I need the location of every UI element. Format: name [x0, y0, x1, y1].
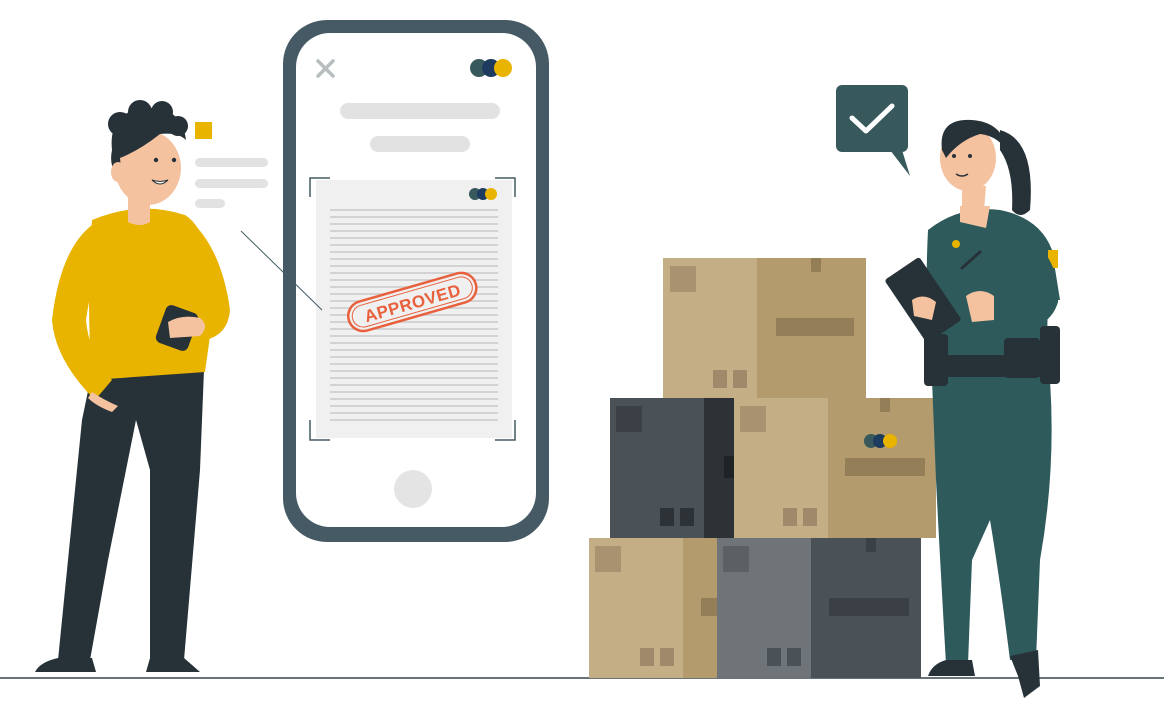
home-button[interactable] [394, 470, 432, 508]
document: APPROVED [316, 180, 512, 438]
box-bottom-left [589, 538, 719, 678]
man-speech [195, 122, 268, 208]
illustration-scene: APPROVED [0, 20, 1164, 698]
title-placeholder [340, 103, 500, 119]
document-logo [469, 188, 497, 200]
subtitle-placeholder [370, 136, 470, 152]
brand-logo [470, 59, 512, 77]
box-top [663, 258, 866, 398]
check-speech-bubble [836, 85, 910, 176]
smartphone: APPROVED [283, 20, 549, 542]
box-bottom-right [717, 538, 921, 678]
box-stack [589, 258, 936, 678]
box-middle-left [610, 398, 736, 538]
box-logo [864, 434, 897, 448]
box-middle-right [734, 398, 936, 538]
